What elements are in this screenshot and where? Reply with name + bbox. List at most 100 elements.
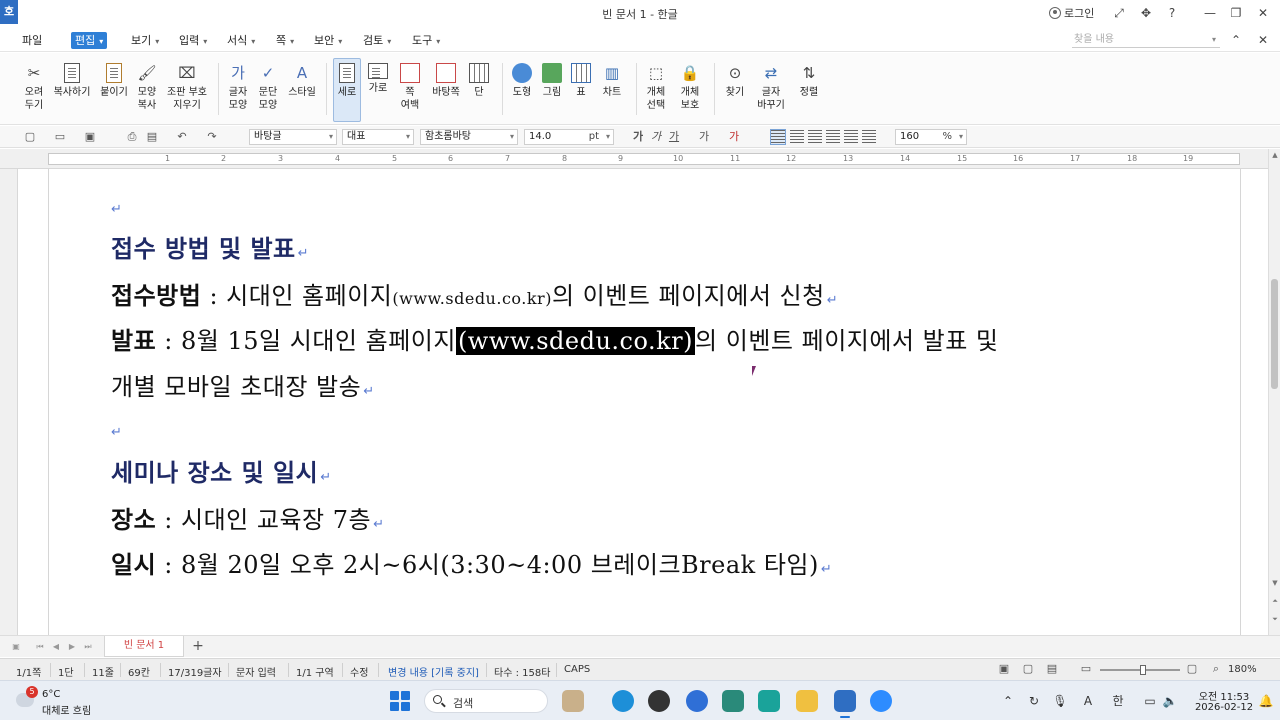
zoom-app-icon[interactable] <box>870 690 892 712</box>
ime-korean-icon[interactable]: 한 <box>1110 693 1126 709</box>
menu-page[interactable]: 쪽 ▾ <box>272 32 298 49</box>
sync-icon[interactable]: ↻ <box>1026 693 1042 709</box>
menu-security[interactable]: 보안 ▾ <box>310 32 346 49</box>
paragraph-shape-button[interactable]: ✓ 문단 모양 <box>254 63 282 112</box>
line-announcement[interactable]: 발표 : 8월 15일 시대인 홈페이지(www.sdedu.co.kr)의 이… <box>111 321 999 356</box>
line-location[interactable]: 장소 : 시대인 교육장 7층 ↵ <box>111 500 385 535</box>
clock-time[interactable]: 오전 11:53 <box>1194 688 1254 703</box>
font-combo[interactable]: 함초롬바탕 ▾ <box>420 129 518 145</box>
tab-view-icon[interactable]: ▣ <box>10 640 22 654</box>
first-tab-icon[interactable]: ⏮ <box>34 640 46 654</box>
align-justify-icon[interactable] <box>770 129 786 145</box>
status-zoom[interactable]: 180% <box>1228 664 1257 675</box>
chart-button[interactable]: ▥ 차트 <box>598 63 626 99</box>
align-divide-icon[interactable] <box>862 130 876 144</box>
close-icon[interactable]: ✕ <box>1255 5 1271 21</box>
last-tab-icon[interactable]: ⏭ <box>82 640 94 654</box>
underline-icon[interactable]: 가 <box>666 129 682 145</box>
align-distribute-icon[interactable] <box>844 130 858 144</box>
style-button[interactable]: A 스타일 <box>286 63 318 99</box>
network-icon[interactable]: ▭ <box>1142 693 1158 709</box>
fullscreen-icon[interactable]: ⤢ <box>1111 5 1127 21</box>
cut-button[interactable]: ✂ 오려 두기 <box>18 63 50 112</box>
portrait-button[interactable]: 세로 <box>333 58 361 122</box>
bold-icon[interactable]: 가 <box>630 129 646 145</box>
taskbar-app-note[interactable] <box>758 690 780 712</box>
status-edit-mode[interactable]: 수정 <box>350 664 368 679</box>
vertical-scrollbar[interactable]: ▲ ▼ ⏶ ⏷ <box>1268 149 1280 635</box>
menu-file[interactable]: 파일 <box>18 32 46 49</box>
chatgpt-icon[interactable] <box>648 690 670 712</box>
paste-button[interactable]: 붙이기 <box>96 63 132 99</box>
redo-icon[interactable]: ↷ <box>204 129 220 145</box>
minimize-icon[interactable]: — <box>1202 5 1218 21</box>
picture-button[interactable]: 그림 <box>538 63 566 99</box>
save-icon[interactable]: ▣ <box>82 129 98 145</box>
selected-text[interactable]: (www.sdedu.co.kr) <box>455 327 696 355</box>
zoom-icon[interactable]: ⌕ <box>1208 661 1224 677</box>
tab-document-1[interactable]: 빈 문서 1 <box>104 636 184 657</box>
print-icon[interactable]: ⎙ <box>124 129 140 145</box>
taskbar-search[interactable]: 검색 <box>424 689 548 713</box>
status-input-mode[interactable]: 문자 입력 <box>236 664 276 679</box>
zoom-fit-icon[interactable]: ▭ <box>1078 661 1094 677</box>
open-folder-icon[interactable]: ▭ <box>52 129 68 145</box>
font-color-icon[interactable]: 가 <box>726 129 742 145</box>
page-margin-button[interactable]: 쪽 여백 <box>396 63 424 112</box>
shape-button[interactable]: 도형 <box>508 63 536 99</box>
horizontal-ruler[interactable]: 1 2 3 4 5 6 7 8 9 10 11 12 13 14 15 16 1… <box>0 149 1268 169</box>
scrollbar-thumb[interactable] <box>1271 279 1278 389</box>
view-page-icon[interactable]: ▤ <box>1044 661 1060 677</box>
menu-tools[interactable]: 도구 ▾ <box>408 32 444 49</box>
menu-insert[interactable]: 입력 ▾ <box>175 32 211 49</box>
scroll-up-icon[interactable]: ▲ <box>1270 149 1280 161</box>
file-explorer-icon[interactable] <box>796 690 818 712</box>
view-normal-icon[interactable]: ▣ <box>996 661 1012 677</box>
volume-icon[interactable]: 🔈 <box>1162 693 1178 709</box>
next-tab-icon[interactable]: ▶ <box>66 640 78 654</box>
italic-icon[interactable]: 가 <box>648 129 664 145</box>
master-page-button[interactable]: 바탕쪽 <box>428 63 464 99</box>
zoom-slider-handle[interactable] <box>1140 665 1146 675</box>
document-canvas[interactable]: ↵ 접수 방법 및 발표 ↵ 접수방법 : 시대인 홈페이지(www.sdedu.… <box>0 169 1268 635</box>
font-width-icon[interactable]: 가 <box>696 129 712 145</box>
line-datetime[interactable]: 일시 : 8월 20일 오후 2시~6시(3:30~4:00 브레이크Break… <box>111 545 832 580</box>
heading-seminar[interactable]: 세미나 장소 및 일시 ↵ <box>111 453 332 488</box>
align-right-icon[interactable] <box>826 130 840 144</box>
scroll-down-icon[interactable]: ▼ <box>1270 577 1280 589</box>
close-document-icon[interactable]: ✕ <box>1255 32 1271 48</box>
status-page[interactable]: 1/1쪽 <box>16 664 41 679</box>
sort-button[interactable]: ⇅ 정렬 <box>796 63 822 99</box>
taskbar-app-blue[interactable] <box>686 690 708 712</box>
login-button[interactable]: 로그인 <box>1049 5 1094 21</box>
taskbar-app-teal[interactable] <box>722 690 744 712</box>
format-copy-button[interactable]: 🖌 모양 복사 <box>132 63 162 112</box>
view-layout-icon[interactable]: ▢ <box>1020 661 1036 677</box>
add-tab-button[interactable]: + <box>190 638 206 654</box>
line-application-method[interactable]: 접수방법 : 시대인 홈페이지(www.sdedu.co.kr)의 이벤트 페이… <box>111 276 838 311</box>
chevron-up-icon[interactable]: ⌃ <box>1000 693 1016 709</box>
zoom-combo[interactable]: 160% ▾ <box>895 129 967 145</box>
font-tray-icon[interactable]: A <box>1080 693 1096 709</box>
menu-view[interactable]: 보기 ▾ <box>127 32 163 49</box>
ribbon-toggle-icon[interactable]: ✥ <box>1138 5 1154 21</box>
status-track-changes[interactable]: 변경 내용 [기록 중지] <box>388 664 479 679</box>
clear-codes-button[interactable]: ⌧ 조판 부호 지우기 <box>166 63 208 112</box>
copy-button[interactable]: 복사하기 <box>52 63 92 99</box>
new-document-icon[interactable]: ▢ <box>22 129 38 145</box>
edge-icon[interactable] <box>612 690 634 712</box>
undo-icon[interactable]: ↶ <box>174 129 190 145</box>
find-input[interactable]: 찾을 내용 ▾ <box>1072 32 1220 48</box>
font-size-combo[interactable]: 14.0 pt ▾ <box>524 129 614 145</box>
restore-icon[interactable]: ❐ <box>1228 5 1244 21</box>
help-icon[interactable]: ? <box>1164 5 1180 21</box>
align-left-icon[interactable] <box>790 130 804 144</box>
start-button[interactable] <box>390 691 410 711</box>
menu-review[interactable]: 검토 ▾ <box>359 32 395 49</box>
align-center-icon[interactable] <box>808 130 822 144</box>
vertical-ruler[interactable] <box>0 169 18 635</box>
landscape-button[interactable]: 가로 <box>364 63 392 95</box>
menu-format[interactable]: 서식 ▾ <box>223 32 259 49</box>
char-shape-button[interactable]: 가 글자 모양 <box>224 63 252 112</box>
menu-edit[interactable]: 편집 ▾ <box>71 32 108 49</box>
